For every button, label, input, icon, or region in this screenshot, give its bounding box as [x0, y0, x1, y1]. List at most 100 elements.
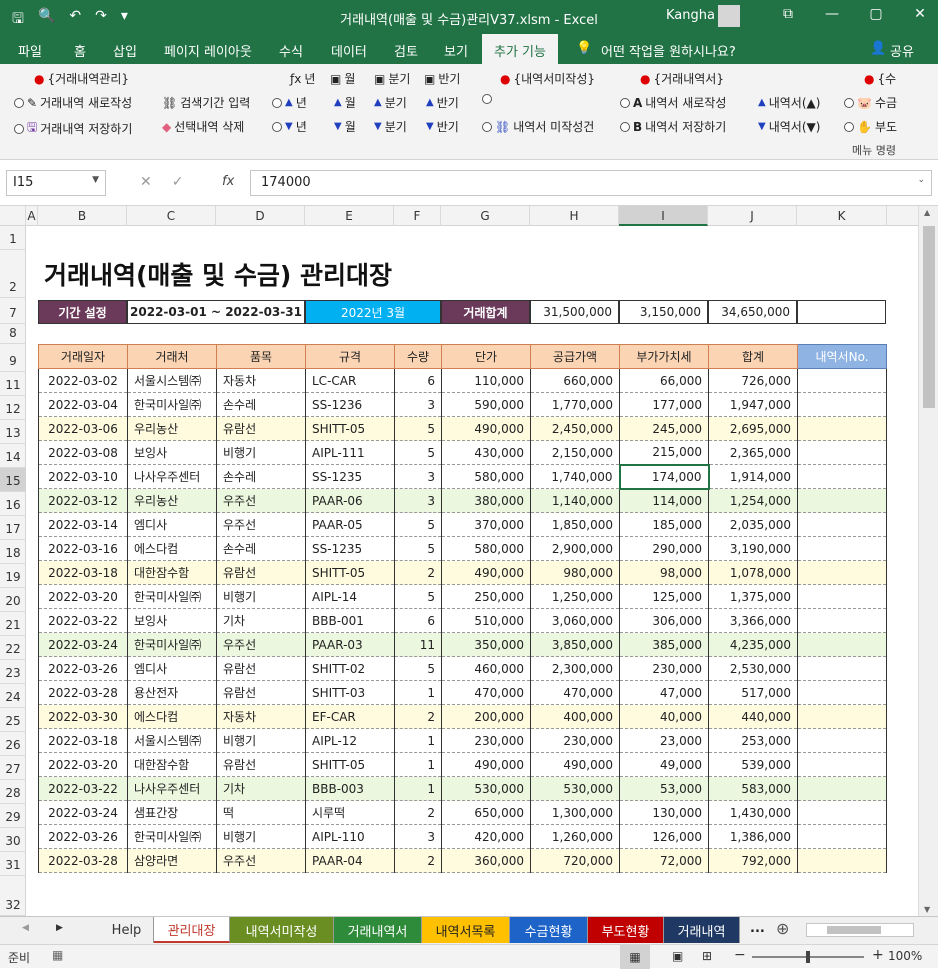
supply-cell[interactable]: 1,250,000 [530, 584, 620, 609]
price-cell[interactable]: 580,000 [441, 464, 531, 489]
client-cell[interactable]: 보잉사 [127, 440, 217, 465]
statement-no-cell[interactable] [797, 416, 887, 441]
statement-new-button[interactable]: A 내역서 새로작성 [620, 94, 726, 111]
spec-cell[interactable]: SHITT-05 [305, 752, 395, 777]
item-cell[interactable]: 유람선 [216, 416, 306, 441]
vertical-scrollbar[interactable]: ▲ ▼ [918, 206, 938, 916]
supply-cell[interactable]: 1,140,000 [530, 488, 620, 513]
date-cell[interactable]: 2022-03-08 [38, 440, 128, 465]
qty-cell[interactable]: 6 [394, 608, 442, 633]
total-cell[interactable]: 3,190,000 [708, 536, 798, 561]
qty-cell[interactable]: 5 [394, 512, 442, 537]
client-cell[interactable]: 대한잠수함 [127, 752, 217, 777]
date-cell[interactable]: 2022-03-22 [38, 776, 128, 801]
more-tabs-button[interactable]: ... [750, 921, 765, 936]
date-cell[interactable]: 2022-03-10 [38, 464, 128, 489]
page-layout-view-icon[interactable]: ▣ [672, 949, 683, 963]
supply-cell[interactable]: 470,000 [530, 680, 620, 705]
price-cell[interactable]: 490,000 [441, 416, 531, 441]
item-cell[interactable]: 유람선 [216, 752, 306, 777]
column-header[interactable]: F [394, 206, 441, 226]
unwritten-radio[interactable] [482, 94, 492, 104]
tab-file[interactable]: 파일 [18, 41, 42, 60]
sheet-tab[interactable]: 거래내역서 [334, 917, 422, 943]
item-cell[interactable]: 손수레 [216, 392, 306, 417]
row-header[interactable]: 7 [0, 298, 26, 324]
row-header[interactable]: 20 [0, 588, 26, 612]
total-cell[interactable]: 517,000 [708, 680, 798, 705]
cancel-icon[interactable]: ✕ [140, 174, 152, 190]
client-cell[interactable]: 나사우주센터 [127, 776, 217, 801]
collection-button[interactable]: 🐷 수금 [844, 94, 897, 111]
statement-no-cell[interactable] [797, 824, 887, 849]
supply-cell[interactable]: 490,000 [530, 752, 620, 777]
price-cell[interactable]: 460,000 [441, 656, 531, 681]
item-cell[interactable]: 유람선 [216, 680, 306, 705]
tab-page-layout[interactable]: 페이지 레이아웃 [164, 41, 252, 60]
row-header[interactable]: 11 [0, 372, 26, 396]
statement-save-button[interactable]: B 내역서 저장하기 [620, 118, 726, 135]
sheet-tab[interactable]: 수금현황 [510, 917, 588, 943]
sheet-tab[interactable]: 관리대장 [154, 917, 230, 943]
column-header[interactable]: D [216, 206, 305, 226]
vat-cell[interactable]: 290,000 [619, 536, 709, 561]
zoom-in-icon[interactable]: + [872, 947, 884, 963]
statement-no-cell[interactable] [797, 776, 887, 801]
statement-down-button[interactable]: ▼ 내역서(▼) [758, 118, 820, 135]
statement-no-cell[interactable] [797, 656, 887, 681]
vat-cell[interactable]: 130,000 [619, 800, 709, 825]
date-cell[interactable]: 2022-03-20 [38, 752, 128, 777]
tab-add-ins[interactable]: 추가 기능 [482, 34, 558, 64]
item-cell[interactable]: 손수레 [216, 464, 306, 489]
total-cell[interactable]: 726,000 [708, 368, 798, 393]
qty-cell[interactable]: 1 [394, 728, 442, 753]
spec-cell[interactable]: EF-CAR [305, 704, 395, 729]
vat-cell[interactable]: 245,000 [619, 416, 709, 441]
tell-me-search[interactable]: 어떤 작업을 원하시나요? [601, 41, 736, 60]
qty-cell[interactable]: 1 [394, 776, 442, 801]
vat-cell[interactable]: 53,000 [619, 776, 709, 801]
item-cell[interactable]: 기차 [216, 776, 306, 801]
supply-cell[interactable]: 230,000 [530, 728, 620, 753]
supply-cell[interactable]: 2,450,000 [530, 416, 620, 441]
item-cell[interactable]: 비행기 [216, 584, 306, 609]
qty-cell[interactable]: 3 [394, 464, 442, 489]
sheet-tab[interactable]: 거래내역 [664, 917, 740, 943]
row-header[interactable]: 30 [0, 828, 26, 852]
spec-cell[interactable]: LC-CAR [305, 368, 395, 393]
total-cell[interactable]: 2,530,000 [708, 656, 798, 681]
date-cell[interactable]: 2022-03-12 [38, 488, 128, 513]
total-cell[interactable]: 1,386,000 [708, 824, 798, 849]
worksheet[interactable]: 거래내역(매출 및 수금) 관리대장 기간 설정 2022-03-01 ~ 20… [26, 226, 918, 916]
statement-no-cell[interactable] [797, 632, 887, 657]
spec-cell[interactable]: AIPL-110 [305, 824, 395, 849]
date-cell[interactable]: 2022-03-22 [38, 608, 128, 633]
item-cell[interactable]: 우주선 [216, 488, 306, 513]
client-cell[interactable]: 서울시스템㈜ [127, 728, 217, 753]
enter-icon[interactable]: ✓ [172, 174, 184, 190]
save-entry-button[interactable]: 🖫 거래내역 저장하기 [14, 118, 132, 139]
row-header[interactable]: 14 [0, 444, 26, 468]
spec-cell[interactable]: SS-1235 [305, 464, 395, 489]
zoom-out-icon[interactable]: − [734, 947, 746, 963]
half-grid-button[interactable]: ▣ 반기 [424, 70, 460, 87]
scroll-down-icon[interactable]: ▼ [924, 905, 930, 914]
qty-cell[interactable]: 2 [394, 800, 442, 825]
price-cell[interactable]: 110,000 [441, 368, 531, 393]
qty-cell[interactable]: 5 [394, 416, 442, 441]
vat-cell[interactable]: 126,000 [619, 824, 709, 849]
row-header[interactable]: 15 [0, 468, 26, 492]
client-cell[interactable]: 한국미사일㈜ [127, 584, 217, 609]
supply-cell[interactable]: 1,260,000 [530, 824, 620, 849]
total-cell[interactable]: 539,000 [708, 752, 798, 777]
insert-function-button[interactable]: fx [222, 174, 234, 189]
vat-cell[interactable]: 125,000 [619, 584, 709, 609]
vat-cell[interactable]: 385,000 [619, 632, 709, 657]
spec-cell[interactable]: AIPL-12 [305, 728, 395, 753]
client-cell[interactable]: 대한잠수함 [127, 560, 217, 585]
client-cell[interactable]: 에스다컴 [127, 536, 217, 561]
sheet-tab[interactable]: 내역서목록 [422, 917, 510, 943]
client-cell[interactable]: 한국미사일㈜ [127, 392, 217, 417]
date-cell[interactable]: 2022-03-24 [38, 632, 128, 657]
total-cell[interactable]: 792,000 [708, 848, 798, 873]
